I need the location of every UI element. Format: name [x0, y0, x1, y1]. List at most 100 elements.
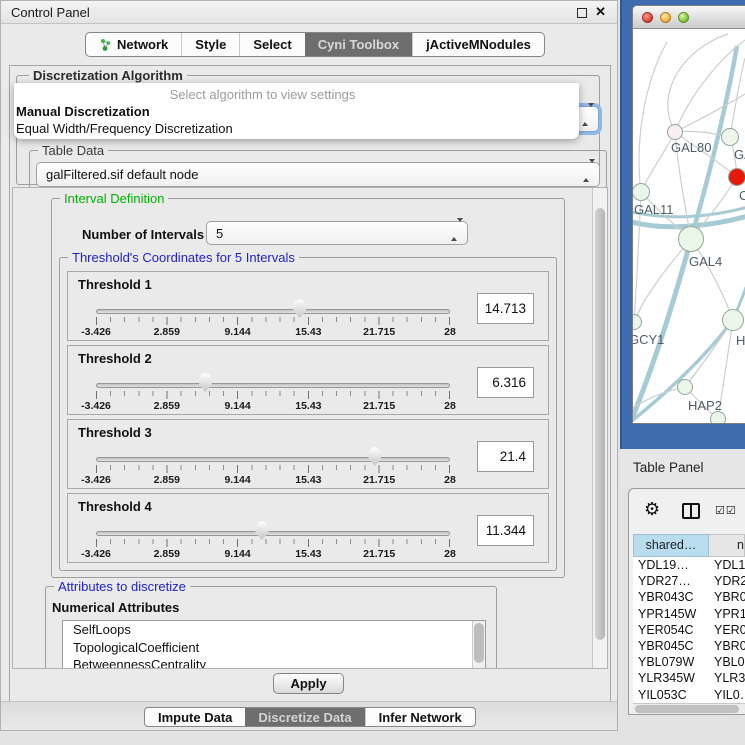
split-columns-icon[interactable]	[682, 503, 700, 519]
network-node[interactable]	[721, 128, 739, 146]
vertical-scrollbar-thumb[interactable]	[595, 208, 605, 640]
slider-thumb[interactable]	[254, 521, 269, 540]
network-node[interactable]	[667, 124, 683, 140]
mac-close-button[interactable]	[642, 12, 653, 23]
tick-label: 28	[444, 326, 456, 338]
threshold-slider[interactable]: -3.426 2.859 9.144 15.43	[96, 370, 449, 416]
control-panel-window: Control Panel ✕ Network Style Select Cyn…	[0, 0, 618, 731]
tick-label: 15.43	[295, 548, 321, 560]
table-row[interactable]: YDR27… YDR2…	[633, 573, 745, 589]
network-node-label: C	[739, 188, 745, 203]
network-node[interactable]	[677, 379, 693, 395]
threshold-value-field[interactable]: 21.4	[477, 441, 534, 472]
table-row[interactable]: YER054C YER0…	[633, 622, 745, 638]
algorithm-dropdown-popup: Select algorithm to view settings Manual…	[14, 83, 579, 139]
tick-label: 2.859	[154, 400, 180, 412]
number-of-intervals-combobox[interactable]: 5	[206, 221, 468, 245]
threshold-label: Threshold 2	[78, 351, 152, 366]
list-scrollbar[interactable]	[472, 621, 485, 669]
slider-track[interactable]	[96, 457, 450, 462]
table-row[interactable]: YBR045C YBR0…	[633, 638, 745, 654]
table-row[interactable]: YDL19… YDL1…	[633, 557, 745, 573]
list-scrollbar-thumb[interactable]	[474, 623, 484, 663]
table-row[interactable]: YLR345W YLR3…	[633, 670, 745, 686]
float-window-icon[interactable]	[577, 8, 587, 18]
combo-arrows-icon	[583, 163, 594, 186]
tick-label: 15.43	[295, 400, 321, 412]
slider-track[interactable]	[96, 309, 450, 314]
close-window-icon[interactable]: ✕	[595, 4, 606, 20]
settings-scrollpane: Interval Definition Number of Intervals …	[12, 187, 608, 669]
slider-thumb[interactable]	[367, 447, 382, 466]
dropdown-option-equal-width-frequency[interactable]: Equal Width/Frequency Discretization	[14, 120, 579, 137]
threshold-value-field[interactable]: 6.316	[477, 367, 534, 398]
table-row[interactable]: YBL079W YBL0…	[633, 654, 745, 670]
window-titlebar: Control Panel ✕	[1, 1, 617, 24]
table-row[interactable]: YIL053C YIL0…	[633, 687, 745, 703]
mac-zoom-button[interactable]	[678, 12, 689, 23]
tab-cyni-toolbox[interactable]: Cyni Toolbox	[305, 33, 412, 56]
cyni-toolbox-panel: Discretization Algorithm Table Data galF…	[9, 65, 611, 702]
tab-style[interactable]: Style	[181, 33, 239, 56]
table-row[interactable]: YPR145W YPR1…	[633, 606, 745, 622]
attributes-group: Attributes to discretize Numerical Attri…	[45, 586, 497, 669]
network-view-window: GAL80 GA C GAL11	[632, 5, 745, 424]
cell-shared-name: YBL079W	[638, 655, 694, 669]
cell-name: YBR0…	[714, 590, 745, 604]
cell-name: YIL0…	[714, 688, 745, 702]
apply-button[interactable]: Apply	[273, 673, 344, 694]
list-item[interactable]: TopologicalCoefficient	[63, 639, 485, 657]
table-data-combobox[interactable]: galFiltered.sif default node	[36, 162, 600, 187]
slider-major-ticks	[96, 317, 451, 325]
threshold-slider[interactable]: -3.426 2.859 9.144 15.43	[96, 518, 449, 564]
dropdown-option-manual-discretization[interactable]: Manual Discretization	[14, 103, 579, 120]
tab-jactivemnodules[interactable]: jActiveMNodules	[412, 33, 544, 56]
network-node[interactable]	[678, 226, 704, 252]
cell-name: YBL0…	[714, 655, 745, 669]
gear-icon[interactable]: ⚙	[644, 499, 660, 520]
table-panel-title: Table Panel	[633, 460, 704, 475]
tab-select[interactable]: Select	[239, 33, 304, 56]
list-item[interactable]: SelfLoops	[63, 621, 485, 639]
column-header-name[interactable]: n	[709, 534, 745, 557]
cell-name: YER0…	[714, 623, 745, 637]
threshold-value-field[interactable]: 11.344	[477, 515, 534, 546]
mac-minimize-button[interactable]	[660, 12, 671, 23]
list-item[interactable]: BetweennessCentrality	[63, 656, 485, 669]
combo-arrows-icon	[451, 222, 462, 244]
tab-network[interactable]: Network	[86, 33, 181, 56]
slider-track[interactable]	[96, 383, 450, 388]
tab-discretize-data[interactable]: Discretize Data	[245, 708, 364, 726]
network-window-titlebar	[633, 6, 745, 29]
network-canvas[interactable]: GAL80 GA C GAL11	[633, 30, 745, 423]
network-node[interactable]	[722, 309, 744, 331]
network-node[interactable]	[710, 411, 726, 423]
table-panel-window: ⚙ ☑☑ shared… n YDL19… YDL1… YDR27… YDR2…	[628, 488, 745, 715]
threshold-slider[interactable]: -3.426 2.859 9.144 15.43	[96, 444, 449, 490]
tick-label: 28	[444, 548, 456, 560]
threshold-value-field[interactable]: 14.713	[477, 293, 534, 324]
threshold-slider[interactable]: -3.426 2.859 9.144 15.43	[96, 296, 449, 342]
tab-impute-data[interactable]: Impute Data	[145, 708, 245, 726]
cell-shared-name: YER054C	[638, 623, 694, 637]
slider-track[interactable]	[96, 531, 450, 536]
table-row[interactable]: YBR043C YBR0…	[633, 589, 745, 605]
column-header-shared-name[interactable]: shared…	[633, 534, 709, 557]
slider-thumb[interactable]	[198, 373, 213, 392]
tick-label: -3.426	[81, 400, 111, 412]
checkbox-icon: ☑	[726, 505, 737, 517]
tick-label: -3.426	[81, 474, 111, 486]
horizontal-scrollbar-thumb[interactable]	[635, 705, 739, 713]
tab-label: Impute Data	[158, 710, 232, 725]
group-title-table-data: Table Data	[38, 143, 108, 158]
network-node[interactable]	[728, 168, 745, 186]
tick-label: 21.715	[363, 326, 395, 338]
tab-label: Discretize Data	[258, 710, 351, 725]
vertical-scrollbar[interactable]	[592, 188, 607, 668]
tab-infer-network[interactable]: Infer Network	[365, 708, 475, 726]
network-node-label: GAL11	[634, 202, 674, 217]
select-columns-icon[interactable]: ☑☑	[715, 504, 737, 517]
horizontal-scrollbar[interactable]	[633, 703, 745, 714]
tab-label: Style	[195, 37, 226, 52]
slider-thumb[interactable]	[292, 299, 307, 318]
